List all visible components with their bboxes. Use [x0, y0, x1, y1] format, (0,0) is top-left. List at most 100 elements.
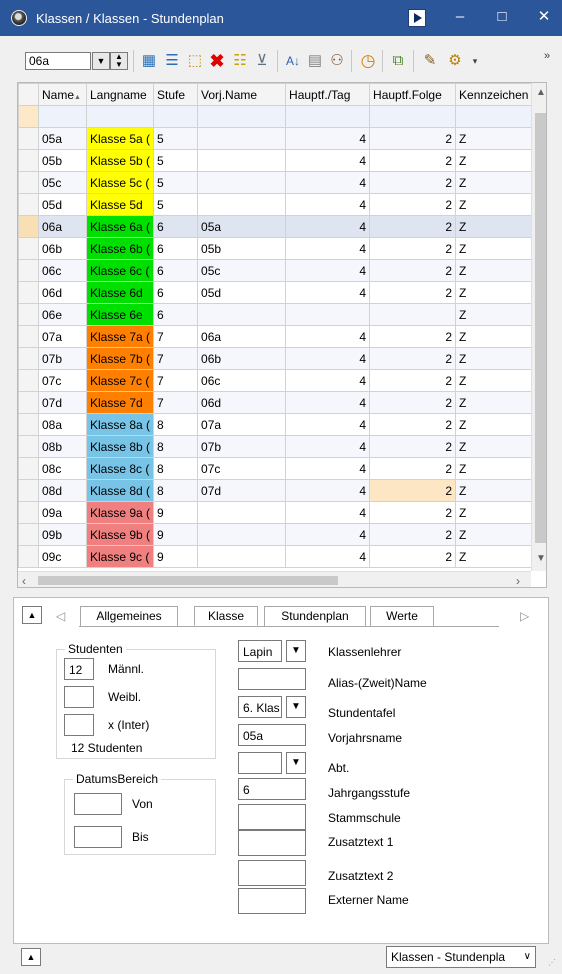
cell-stufe[interactable]: 5: [153, 127, 199, 150]
cell-kennzeichen[interactable]: Z: [455, 171, 541, 194]
table-row[interactable]: 07a Klasse 7a (7 06a 4 2 Z: [18, 325, 541, 348]
horizontal-scroll-thumb[interactable]: [38, 576, 338, 585]
cell-langname[interactable]: Klasse 7c (: [85, 369, 155, 392]
tab-stundenplan[interactable]: Stundenplan: [264, 606, 366, 626]
cell-name[interactable]: 06b: [38, 237, 87, 260]
timetable-plan-dropdown-icon[interactable]: ▼: [286, 696, 306, 718]
cell-vorjname[interactable]: 06a: [197, 325, 287, 348]
collapse-panel-button[interactable]: ▲: [22, 606, 42, 624]
row-selector[interactable]: [18, 369, 39, 392]
cell-hauptf-tag[interactable]: 4: [285, 435, 371, 458]
row-selector[interactable]: [18, 523, 39, 546]
scroll-down-icon[interactable]: ▼: [536, 553, 546, 564]
cell-hauptf-folge[interactable]: [369, 303, 457, 326]
resize-grip-icon[interactable]: ⋰: [548, 958, 556, 967]
cell-stufe[interactable]: 7: [153, 325, 199, 348]
cell-kennzeichen[interactable]: Z: [455, 479, 541, 502]
class-teacher-select[interactable]: Lapin: [238, 640, 282, 662]
tab-allgemeines[interactable]: Allgemeines: [80, 606, 178, 626]
cell-vorjname[interactable]: 06d: [197, 391, 287, 414]
class-selector-dropdown-icon[interactable]: ▼: [92, 52, 110, 70]
table-row[interactable]: 08c Klasse 8c (8 07c 4 2 Z: [18, 457, 541, 480]
cell-langname[interactable]: Klasse 6d: [85, 281, 155, 304]
tab-scroll-left-icon[interactable]: ◁: [56, 609, 65, 623]
cell-hauptf-tag[interactable]: 4: [285, 259, 371, 282]
male-count-field[interactable]: 12: [64, 658, 94, 680]
tab-klasse[interactable]: Klasse: [194, 606, 258, 626]
cell-vorjname[interactable]: 07c: [197, 457, 287, 480]
cell-name[interactable]: 08c: [38, 457, 87, 480]
cell-hauptf-folge[interactable]: 2: [369, 281, 457, 304]
table-row[interactable]: 05a Klasse 5a (5 4 2 Z: [18, 127, 541, 150]
cell-kennzeichen[interactable]: Z: [455, 369, 541, 392]
cell-hauptf-folge[interactable]: 2: [369, 501, 457, 524]
cell-stufe[interactable]: 5: [153, 171, 199, 194]
cell-hauptf-folge[interactable]: 2: [369, 215, 457, 238]
cell-hauptf-tag[interactable]: 4: [285, 149, 371, 172]
cell-hauptf-folge[interactable]: 2: [369, 171, 457, 194]
select-all-header[interactable]: [18, 83, 39, 106]
row-selector[interactable]: [18, 545, 39, 568]
cell-kennzeichen[interactable]: Z: [455, 325, 541, 348]
cell-name[interactable]: 06d: [38, 281, 87, 304]
cell-hauptf-tag[interactable]: 4: [285, 281, 371, 304]
cell-hauptf-tag[interactable]: 4: [285, 501, 371, 524]
new-row[interactable]: [18, 105, 541, 128]
cell-hauptf-tag[interactable]: 4: [285, 127, 371, 150]
cell-kennzeichen[interactable]: Z: [455, 281, 541, 304]
cell-kennzeichen[interactable]: Z: [455, 391, 541, 414]
cell-stufe[interactable]: 8: [153, 479, 199, 502]
column-header-name[interactable]: Name▲: [38, 83, 87, 106]
cell-name[interactable]: 09a: [38, 501, 87, 524]
cell-kennzeichen[interactable]: Z: [455, 435, 541, 458]
new-row-cell[interactable]: [38, 105, 87, 128]
delete-icon[interactable]: ✖: [207, 51, 227, 71]
filter-icon[interactable]: ⊻: [252, 51, 272, 71]
external-name-field[interactable]: [238, 888, 306, 914]
female-count-field[interactable]: [64, 686, 94, 708]
cell-vorjname[interactable]: 05c: [197, 259, 287, 282]
tab-werte[interactable]: Werte: [370, 606, 434, 626]
cell-kennzeichen[interactable]: Z: [455, 303, 541, 326]
cell-stufe[interactable]: 9: [153, 545, 199, 568]
cell-hauptf-folge[interactable]: 2: [369, 457, 457, 480]
cell-name[interactable]: 05a: [38, 127, 87, 150]
vertical-scroll-thumb[interactable]: [535, 113, 546, 543]
extra-text-1-field[interactable]: [238, 830, 306, 856]
row-selector[interactable]: [18, 193, 39, 216]
cell-langname[interactable]: Klasse 8d (: [85, 479, 155, 502]
table-row[interactable]: 09b Klasse 9b (9 4 2 Z: [18, 523, 541, 546]
cell-langname[interactable]: Klasse 5d: [85, 193, 155, 216]
table-row[interactable]: 07b Klasse 7b (7 06b 4 2 Z: [18, 347, 541, 370]
cell-name[interactable]: 05d: [38, 193, 87, 216]
timetable-plan-select[interactable]: 6. Klas: [238, 696, 282, 718]
row-selector[interactable]: [18, 303, 39, 326]
cell-hauptf-folge[interactable]: 2: [369, 369, 457, 392]
cell-kennzeichen[interactable]: Z: [455, 193, 541, 216]
new-row-cell[interactable]: [369, 105, 457, 128]
cell-langname[interactable]: Klasse 9c (: [85, 545, 155, 568]
column-header-hauptf-tag[interactable]: Hauptf./Tag: [285, 83, 371, 106]
cell-name[interactable]: 07d: [38, 391, 87, 414]
column-header-kennzeichen[interactable]: Kennzeichen: [455, 83, 541, 106]
cell-langname[interactable]: Klasse 8b (: [85, 435, 155, 458]
horizontal-scrollbar[interactable]: ‹ ›: [18, 571, 531, 587]
department-select[interactable]: [238, 752, 282, 774]
row-selector[interactable]: [18, 391, 39, 414]
cell-vorjname[interactable]: [197, 171, 287, 194]
cell-vorjname[interactable]: 06c: [197, 369, 287, 392]
inter-count-field[interactable]: [64, 714, 94, 736]
cell-langname[interactable]: Klasse 6e: [85, 303, 155, 326]
cell-kennzeichen[interactable]: Z: [455, 501, 541, 524]
table-row[interactable]: 09a Klasse 9a (9 4 2 Z: [18, 501, 541, 524]
table-row[interactable]: 07d Klasse 7d 7 06d 4 2 Z: [18, 391, 541, 414]
cell-hauptf-folge[interactable]: 2: [369, 391, 457, 414]
cell-langname[interactable]: Klasse 5b (: [85, 149, 155, 172]
table-row[interactable]: 05b Klasse 5b (5 4 2 Z: [18, 149, 541, 172]
class-selector[interactable]: 06a: [25, 52, 91, 70]
cell-langname[interactable]: Klasse 8a (: [85, 413, 155, 436]
cell-name[interactable]: 08d: [38, 479, 87, 502]
cell-hauptf-tag[interactable]: 4: [285, 237, 371, 260]
view-select[interactable]: Klassen - Stundenpla ∨: [386, 946, 536, 968]
cell-stufe[interactable]: 7: [153, 391, 199, 414]
